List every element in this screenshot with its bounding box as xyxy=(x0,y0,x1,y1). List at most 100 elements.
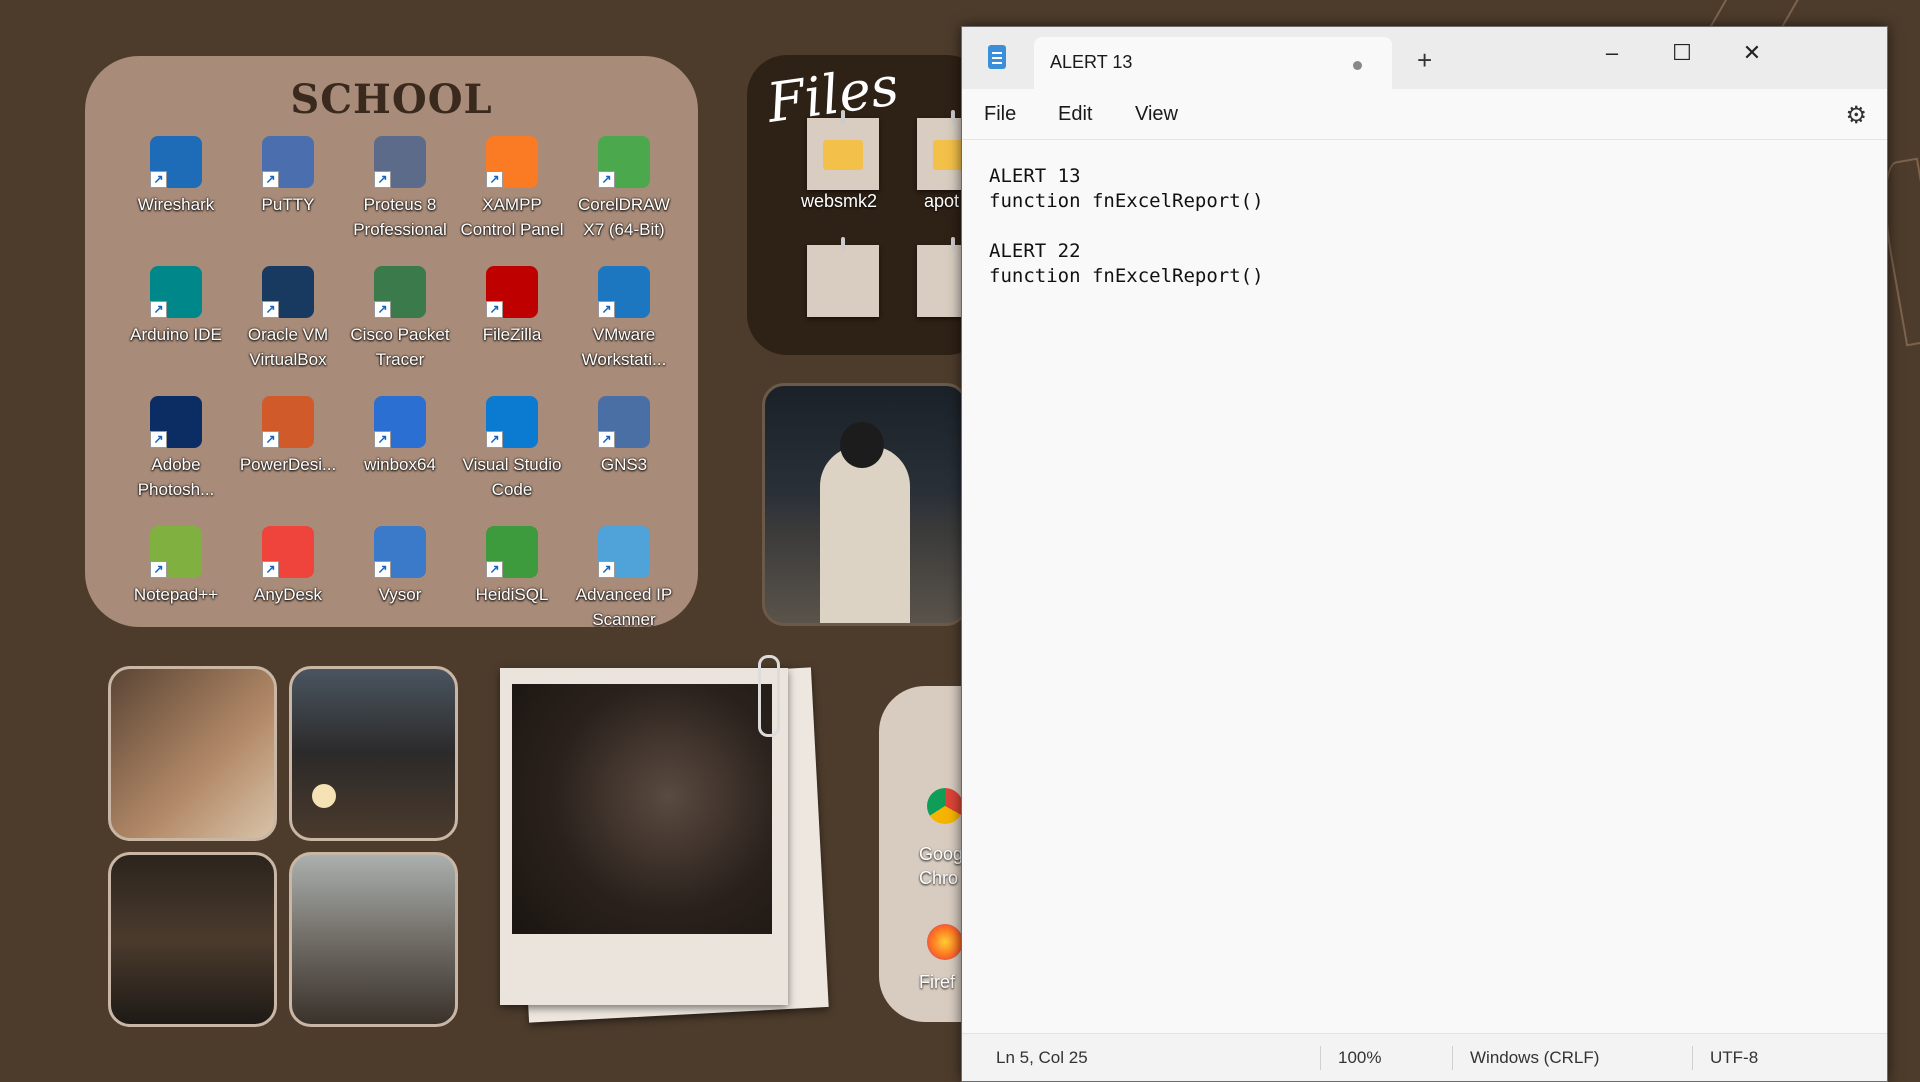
notepadpp-icon: ↗ xyxy=(150,526,202,578)
unsaved-indicator-icon[interactable] xyxy=(1353,61,1362,70)
status-bar: Ln 5, Col 25 100% Windows (CRLF) UTF-8 xyxy=(962,1033,1887,1081)
shortcut-arrow-icon: ↗ xyxy=(262,301,279,318)
photo-person-shelf xyxy=(108,852,277,1027)
shortcut-label: VMware Workstati... xyxy=(581,325,667,369)
chrome-label: Chro xyxy=(919,868,959,888)
menu-file[interactable]: File xyxy=(984,103,1016,126)
status-divider xyxy=(1692,1046,1693,1070)
heidisql-icon: ↗ xyxy=(486,526,538,578)
shortcut-arrow-icon: ↗ xyxy=(150,171,167,188)
chrome-icon[interactable] xyxy=(927,788,963,824)
shortcut-arrow-icon: ↗ xyxy=(374,301,391,318)
desktop-shortcut[interactable]: ↗ XAMPP Control Panel xyxy=(456,132,568,262)
desktop-shortcut[interactable]: ↗ Wireshark xyxy=(120,132,232,262)
shortcut-label: AnyDesk xyxy=(253,585,323,604)
line-ending[interactable]: Windows (CRLF) xyxy=(1470,1048,1599,1068)
desktop-shortcut[interactable]: ↗ CorelDRAW X7 (64-Bit) xyxy=(568,132,680,262)
shortcut-label: CorelDRAW X7 (64-Bit) xyxy=(578,195,670,239)
desktop-shortcut[interactable]: ↗ HeidiSQL xyxy=(456,522,568,652)
vmware-icon: ↗ xyxy=(598,266,650,318)
desktop-shortcut[interactable]: ↗ VMware Workstati... xyxy=(568,262,680,392)
wireshark-icon: ↗ xyxy=(150,136,202,188)
desktop-shortcut[interactable]: ↗ Adobe Photosh... xyxy=(120,392,232,522)
cursor-position: Ln 5, Col 25 xyxy=(996,1048,1088,1067)
status-divider xyxy=(1320,1046,1321,1070)
minimize-button[interactable]: – xyxy=(1582,35,1642,71)
school-panel: SCHOOL ↗ Wireshark ↗ PuTTY ↗ Proteus 8 Profes… xyxy=(85,56,698,629)
shortcut-label: Adobe Photosh... xyxy=(137,455,215,499)
new-tab-button[interactable]: + xyxy=(1417,45,1432,76)
desktop-shortcut[interactable]: ↗ Arduino IDE xyxy=(120,262,232,392)
shortcut-arrow-icon: ↗ xyxy=(150,561,167,578)
shortcut-label: PowerDesi... xyxy=(239,455,337,474)
photo-flowers-book xyxy=(108,666,277,841)
files-panel: Files websmk2 apot xyxy=(747,54,989,355)
shortcut-arrow-icon: ↗ xyxy=(598,431,615,448)
shortcut-arrow-icon: ↗ xyxy=(374,171,391,188)
desktop-shortcut[interactable]: ↗ Notepad++ xyxy=(120,522,232,652)
folder-label: websmk2 xyxy=(801,191,878,211)
shortcut-label: HeidiSQL xyxy=(475,585,549,604)
shortcut-arrow-icon: ↗ xyxy=(486,431,503,448)
filezilla-icon: ↗ xyxy=(486,266,538,318)
shortcut-arrow-icon: ↗ xyxy=(262,171,279,188)
maximize-button[interactable]: ☐ xyxy=(1652,35,1712,71)
coreldraw-icon: ↗ xyxy=(598,136,650,188)
menu-bar: File Edit View ⚙ xyxy=(962,89,1887,140)
shortcut-arrow-icon: ↗ xyxy=(150,301,167,318)
encoding[interactable]: UTF-8 xyxy=(1710,1048,1758,1068)
virtualbox-icon: ↗ xyxy=(262,266,314,318)
shortcut-arrow-icon: ↗ xyxy=(262,561,279,578)
winbox-icon: ↗ xyxy=(374,396,426,448)
desktop-shortcut[interactable]: ↗ Proteus 8 Professional xyxy=(344,132,456,262)
menu-view[interactable]: View xyxy=(1135,103,1178,126)
vscode-icon: ↗ xyxy=(486,396,538,448)
shortcut-label: Cisco Packet Tracer xyxy=(350,325,450,369)
desktop-shortcut[interactable]: ↗ GNS3 xyxy=(568,392,680,522)
desktop-shortcut[interactable]: ↗ Oracle VM VirtualBox xyxy=(232,262,344,392)
desktop-shortcut[interactable]: ↗ AnyDesk xyxy=(232,522,344,652)
desktop-shortcut[interactable]: ↗ winbox64 xyxy=(344,392,456,522)
shortcut-arrow-icon: ↗ xyxy=(486,171,503,188)
shortcut-arrow-icon: ↗ xyxy=(598,561,615,578)
gns3-icon: ↗ xyxy=(598,396,650,448)
text-editor[interactable] xyxy=(987,162,1851,1036)
shortcut-arrow-icon: ↗ xyxy=(598,171,615,188)
photo-night-city xyxy=(762,383,968,626)
shortcut-label: GNS3 xyxy=(600,455,648,474)
vysor-icon: ↗ xyxy=(374,526,426,578)
folder-websmk2[interactable] xyxy=(807,110,879,190)
desktop-shortcut[interactable]: ↗ Visual Studio Code xyxy=(456,392,568,522)
menu-edit[interactable]: Edit xyxy=(1058,103,1092,126)
desktop-shortcut[interactable]: ↗ PuTTY xyxy=(232,132,344,262)
settings-gear-icon[interactable]: ⚙ xyxy=(1845,101,1867,130)
desktop-shortcut[interactable]: ↗ FileZilla xyxy=(456,262,568,392)
chrome-label: Goog xyxy=(919,844,964,864)
paperclip-icon xyxy=(758,655,780,737)
school-panel-title: SCHOOL xyxy=(290,76,493,123)
school-app-grid: ↗ Wireshark ↗ PuTTY ↗ Proteus 8 Professional ↗… xyxy=(120,132,680,652)
notepad-window: ALERT 13 + – ☐ ✕ File Edit View ⚙ Ln 5, … xyxy=(961,26,1888,1082)
desktop-shortcut[interactable]: ↗ Vysor xyxy=(344,522,456,652)
desktop-shortcut[interactable]: ↗ Advanced IP Scanner xyxy=(568,522,680,652)
status-divider xyxy=(1452,1046,1453,1070)
close-button[interactable]: ✕ xyxy=(1722,35,1782,71)
ip-scanner-icon: ↗ xyxy=(598,526,650,578)
pin-icon xyxy=(951,110,955,124)
zoom-level[interactable]: 100% xyxy=(1338,1048,1381,1068)
shortcut-arrow-icon: ↗ xyxy=(598,301,615,318)
notepad-app-icon xyxy=(988,45,1006,69)
desktop-shortcut[interactable]: ↗ Cisco Packet Tracer xyxy=(344,262,456,392)
tab-alert-13[interactable]: ALERT 13 xyxy=(1034,37,1392,89)
title-bar[interactable]: ALERT 13 + – ☐ ✕ xyxy=(962,27,1887,89)
shortcut-label: XAMPP Control Panel xyxy=(460,195,564,239)
shortcut-arrow-icon: ↗ xyxy=(150,431,167,448)
person-silhouette xyxy=(820,446,910,623)
desktop-shortcut[interactable]: ↗ PowerDesi... xyxy=(232,392,344,522)
tab-title: ALERT 13 xyxy=(1050,52,1133,72)
shortcut-label: Wireshark xyxy=(137,195,215,214)
photo-window-rain xyxy=(289,852,458,1027)
arduino-icon: ↗ xyxy=(150,266,202,318)
shortcut-label: Oracle VM VirtualBox xyxy=(247,325,329,369)
firefox-icon[interactable] xyxy=(927,924,963,960)
